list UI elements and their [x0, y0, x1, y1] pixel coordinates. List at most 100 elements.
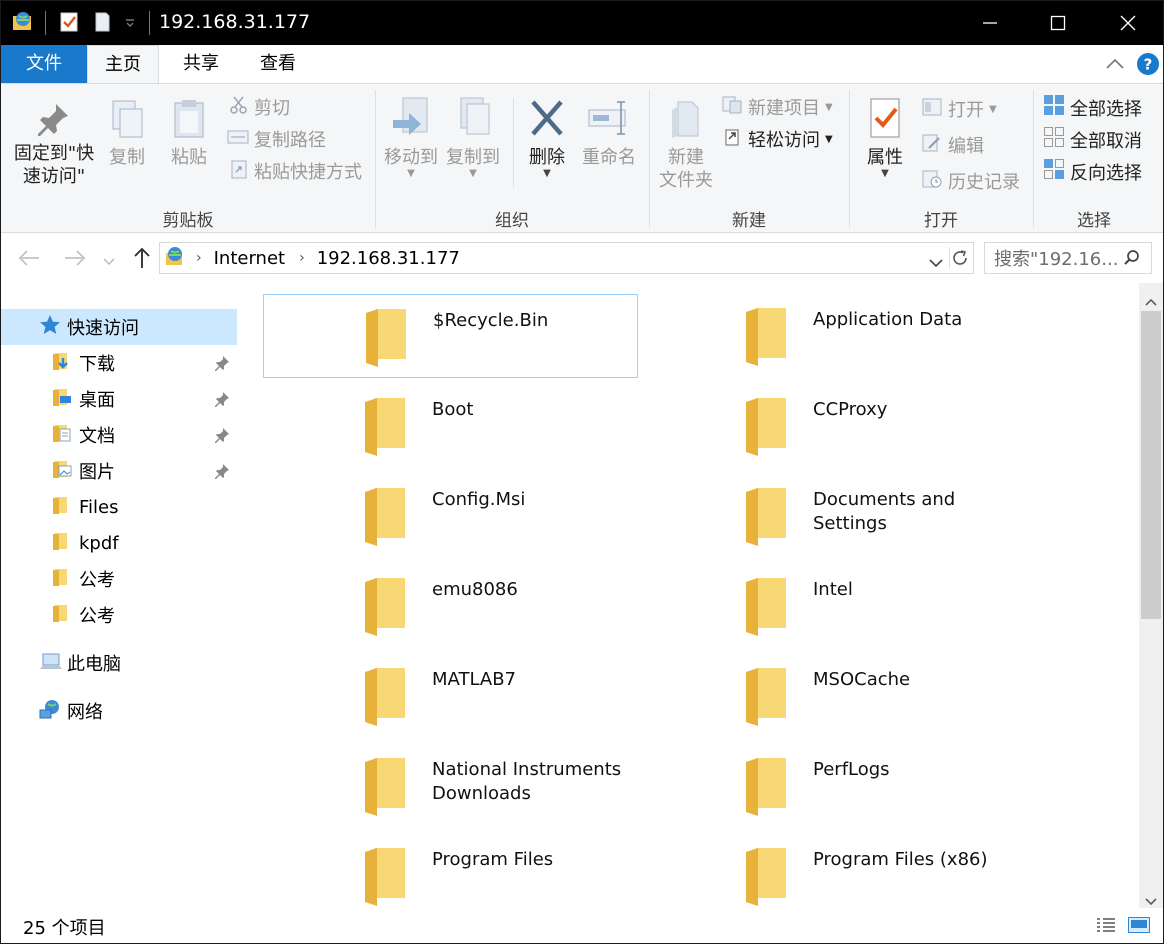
back-arrow-icon[interactable]	[17, 247, 41, 273]
maximize-button[interactable]	[1023, 1, 1093, 45]
properties-quick-icon[interactable]	[57, 10, 81, 34]
breadcrumb-internet[interactable]: Internet	[214, 248, 285, 269]
nav-this-pc[interactable]: 此电脑	[1, 645, 239, 681]
folder-name: emu8086	[432, 579, 518, 600]
pinned-icon[interactable]	[214, 427, 230, 448]
new-folder-quick-icon[interactable]	[90, 10, 114, 34]
nav-item-files[interactable]: Files	[1, 489, 239, 525]
nav-item-documents[interactable]: 文档	[1, 417, 239, 453]
internet-globe-icon	[164, 245, 186, 272]
tab-view[interactable]: 查看	[243, 45, 313, 83]
folder-item[interactable]: Application Data	[644, 294, 1019, 378]
edit-button[interactable]: 编辑	[921, 132, 984, 158]
scrollbar-thumb[interactable]	[1141, 311, 1161, 619]
customize-quick-access-icon[interactable]	[118, 10, 142, 34]
copy-button[interactable]: 复制	[103, 98, 151, 169]
move-to-button[interactable]: 移动到 ▼	[383, 94, 439, 179]
breadcrumb-host[interactable]: 192.168.31.177	[317, 248, 460, 269]
nav-item-gongkao-1[interactable]: 公考	[1, 561, 239, 597]
folder-item[interactable]: National Instruments Downloads	[263, 744, 638, 828]
folder-item[interactable]: CCProxy	[644, 384, 1019, 468]
recent-locations-chevron-icon[interactable]	[103, 252, 115, 271]
new-item-button[interactable]: 新建项目 ▼	[721, 94, 833, 120]
folder-item[interactable]: Intel	[644, 564, 1019, 648]
folder-item[interactable]: Documents and Settings	[644, 474, 1019, 558]
pinned-icon[interactable]	[214, 355, 230, 376]
folder-item[interactable]: Program Files (x86)	[644, 834, 1019, 908]
pinned-icon[interactable]	[214, 391, 230, 412]
nav-item-gongkao-2[interactable]: 公考	[1, 597, 239, 633]
folder-icon	[744, 666, 788, 732]
open-label: 打开	[948, 100, 984, 121]
history-label: 历史记录	[948, 172, 1020, 193]
folder-item[interactable]: Program Files	[263, 834, 638, 908]
up-arrow-icon[interactable]	[131, 246, 153, 274]
tab-share[interactable]: 共享	[166, 45, 236, 83]
cut-label: 剪切	[254, 98, 290, 119]
folder-item[interactable]: MSOCache	[644, 654, 1019, 738]
paste-button[interactable]: 粘贴	[165, 98, 213, 169]
folder-item[interactable]: MATLAB7	[263, 654, 638, 738]
nav-item-label: 公考	[79, 570, 115, 591]
search-icon[interactable]	[1123, 249, 1141, 272]
paste-shortcut-icon	[229, 159, 249, 184]
close-button[interactable]	[1093, 1, 1163, 45]
copy-path-button[interactable]: 复制路径	[227, 126, 326, 152]
address-dropdown-chevron-icon[interactable]	[929, 252, 943, 273]
folder-item[interactable]: Config.Msi	[263, 474, 638, 558]
cut-button[interactable]: 剪切	[229, 94, 290, 120]
folder-item[interactable]: Boot	[263, 384, 638, 468]
select-none-button[interactable]: 全部取消	[1043, 126, 1142, 153]
folder-icon	[744, 396, 788, 462]
address-divider	[949, 247, 950, 269]
folder-name: Config.Msi	[432, 489, 526, 510]
vertical-scrollbar[interactable]	[1139, 283, 1163, 908]
network-folder-icon[interactable]	[11, 10, 35, 34]
pin-to-quick-access-button[interactable]: 固定到"快 速访问"	[9, 100, 99, 188]
tab-file[interactable]: 文件	[1, 45, 87, 83]
large-icons-view-icon[interactable]	[1127, 915, 1151, 940]
new-folder-icon	[655, 96, 717, 146]
minimize-button[interactable]	[955, 1, 1025, 45]
details-view-icon[interactable]	[1095, 915, 1117, 940]
copy-path-icon	[227, 128, 249, 151]
address-bar[interactable]: › Internet › 192.168.31.177	[159, 242, 974, 274]
nav-item-downloads[interactable]: 下载	[1, 345, 239, 381]
properties-button[interactable]: 属性 ▼	[857, 96, 913, 179]
help-icon[interactable]: ?	[1136, 52, 1160, 80]
copy-to-icon	[445, 94, 501, 146]
folder-item[interactable]: PerfLogs	[644, 744, 1019, 828]
search-input[interactable]: 搜索"192.16...	[984, 242, 1152, 274]
pinned-icon[interactable]	[214, 463, 230, 484]
tab-home[interactable]: 主页	[87, 45, 159, 84]
delete-x-icon	[521, 94, 573, 146]
invert-selection-label: 反向选择	[1070, 162, 1142, 184]
copy-to-label: 复制到	[446, 147, 500, 168]
new-folder-button[interactable]: 新建 文件夹	[655, 96, 717, 192]
folder-name: Program Files (x86)	[813, 849, 988, 870]
refresh-icon[interactable]	[951, 249, 969, 272]
forward-arrow-icon[interactable]	[63, 247, 87, 273]
folder-name: Boot	[432, 399, 474, 420]
history-button[interactable]: 历史记录	[921, 168, 1020, 194]
delete-button[interactable]: 删除 ▼	[521, 94, 573, 179]
folder-item[interactable]: emu8086	[263, 564, 638, 648]
collapse-ribbon-icon[interactable]	[1105, 56, 1125, 75]
copy-to-button[interactable]: 复制到 ▼	[445, 94, 501, 179]
move-to-icon	[383, 94, 439, 146]
nav-network[interactable]: 网络	[1, 693, 239, 729]
open-button[interactable]: 打开 ▼	[921, 96, 997, 122]
select-all-button[interactable]: 全部选择	[1043, 94, 1142, 121]
folder-item[interactable]: $Recycle.Bin	[263, 294, 638, 378]
nav-item-pictures[interactable]: 图片	[1, 453, 239, 489]
invert-selection-button[interactable]: 反向选择	[1043, 158, 1142, 185]
easy-access-button[interactable]: 轻松访问 ▼	[721, 126, 833, 152]
nav-quick-access[interactable]: 快速访问	[1, 309, 237, 345]
rename-button[interactable]: 重命名	[579, 94, 639, 169]
scroll-up-icon[interactable]	[1145, 291, 1157, 310]
nav-item-desktop[interactable]: 桌面	[1, 381, 239, 417]
new-folder-label-line2: 文件夹	[659, 170, 713, 191]
nav-item-kpdf[interactable]: kpdf	[1, 525, 239, 561]
invert-selection-icon	[1043, 158, 1065, 185]
paste-shortcut-button[interactable]: 粘贴快捷方式	[229, 158, 362, 184]
